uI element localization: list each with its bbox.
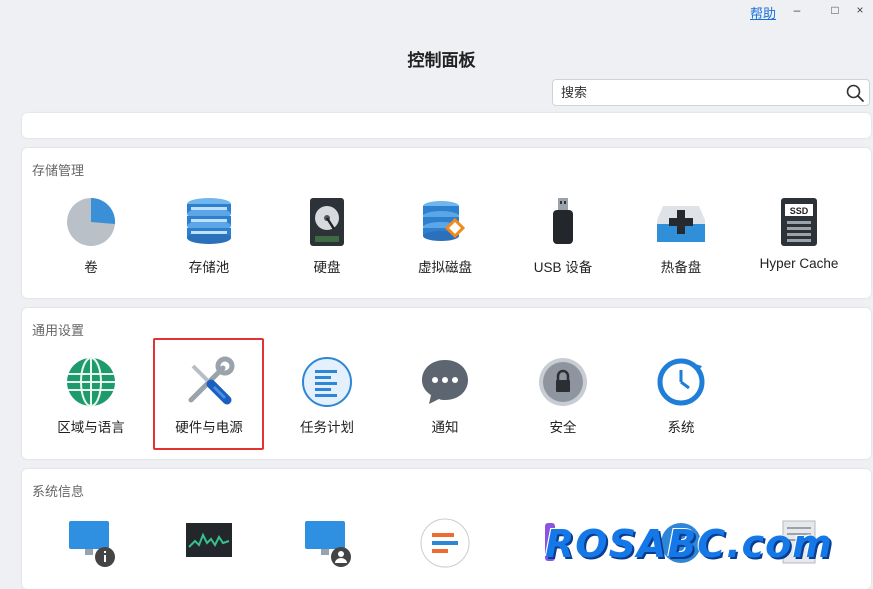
section-title: 系统信息 [32,484,85,499]
storage-pool-item[interactable]: 存储池 [150,196,268,276]
help-link[interactable]: 帮助 [750,3,776,22]
tools-icon [188,356,235,405]
item-label: 区域与语言 [57,420,125,435]
item-label: 硬盘 [313,260,341,275]
section-title: 通用设置 [32,323,85,338]
task-list-icon [302,357,352,407]
task-schedule-item[interactable]: 任务计划 [268,356,386,436]
system-item[interactable]: 系统 [622,356,740,436]
usb-drive-icon [553,198,573,244]
virtual-disk-item[interactable]: 虚拟磁盘 [386,196,504,276]
hard-disk-icon [310,198,344,246]
item-label: Hyper Cache [759,256,839,271]
search-icon[interactable] [845,83,865,103]
volume-item[interactable]: 卷 [32,196,150,276]
security-item[interactable]: 安全 [504,356,622,436]
lock-icon [539,358,587,406]
hot-spare-item[interactable]: 热备盘 [622,196,740,276]
globe-icon [67,357,115,407]
region-language-item[interactable]: 区域与语言 [32,356,150,436]
usb-device-item[interactable]: USB 设备 [504,196,622,276]
page-title: 控制面板 [407,51,476,70]
virtual-disk-icon [423,201,466,241]
waveform-monitor-icon [186,523,232,557]
search-input[interactable] [553,80,841,105]
previous-section-card [22,113,871,138]
database-stack-icon [187,198,231,244]
monitor-info-icon [69,521,115,567]
hard-disk-item[interactable]: 硬盘 [268,196,386,276]
item-label: USB 设备 [533,260,593,275]
item-label: 虚拟磁盘 [418,260,472,275]
section-title: 存储管理 [32,163,85,178]
item-label: 卷 [84,260,98,275]
chat-bubble-icon [422,360,468,404]
monitor-user-icon [305,521,351,567]
search-box [552,79,870,106]
title-bar: 帮助 – □ × [0,0,873,24]
hyper-cache-item[interactable]: SSD Hyper Cache [740,196,858,271]
item-label: 硬件与电源 [175,420,243,435]
hot-spare-icon [657,206,705,242]
log-lines-icon [420,518,470,568]
item-label: 安全 [549,420,577,435]
online-users-item[interactable] [268,517,386,569]
resource-monitor-item[interactable] [150,517,268,569]
item-label: 通知 [431,420,459,435]
hardware-power-item[interactable]: 硬件与电源 [150,356,268,436]
item-label: 热备盘 [660,260,702,275]
close-button[interactable]: × [843,0,873,22]
minimize-button[interactable]: – [780,0,814,22]
notification-item[interactable]: 通知 [386,356,504,436]
system-log-item[interactable] [386,517,504,569]
storage-section: 存储管理 卷 存储池 硬盘 虚拟磁盘 USB 设备 热备盘 SSD Hyper … [22,148,871,298]
item-label: 存储池 [188,260,230,275]
ssd-icon: SSD [781,198,817,246]
clock-refresh-icon [657,358,705,406]
ssd-text: SSD [790,206,809,216]
watermark: ROSABC.com [545,522,833,566]
pie-chart-icon [67,197,116,246]
system-info-item[interactable] [32,517,150,569]
item-label: 任务计划 [300,420,354,435]
item-label: 系统 [667,420,695,435]
general-section: 通用设置 区域与语言 硬件与电源 任务计划 通知 安全 系统 [22,308,871,459]
